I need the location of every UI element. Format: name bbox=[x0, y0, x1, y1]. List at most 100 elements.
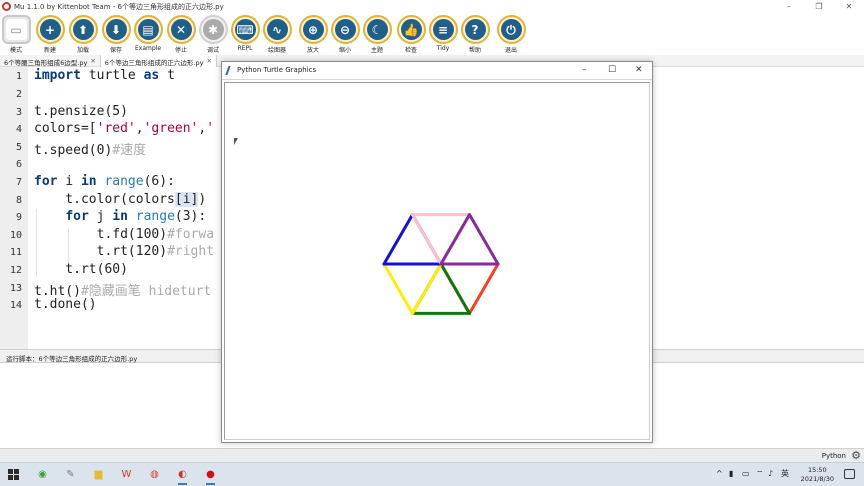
toolbar-example-button[interactable]: ▤ Example bbox=[132, 15, 164, 52]
toolbar-plus-button[interactable]: + 新建 bbox=[34, 15, 66, 54]
status-bar: Python ⚙ bbox=[0, 448, 864, 462]
example-icon-wrapper[interactable]: ▤ bbox=[133, 15, 163, 44]
code-line-10: t.fd(100)#forwa bbox=[34, 227, 214, 242]
clock[interactable]: 15:50 2021/8/30 bbox=[801, 466, 834, 484]
toolbar-label: 放大 bbox=[306, 47, 319, 54]
toolbar-keyboard-button[interactable]: ⌨ REPL bbox=[229, 15, 261, 52]
minimize-button[interactable]: – bbox=[774, 0, 804, 13]
pulse-icon-wrapper[interactable]: ∿ bbox=[262, 15, 292, 44]
line-number-gutter: 1 2 3 4 5 6 7 8 9 10 11 12 13 14 bbox=[0, 67, 28, 349]
tray-chevron-icon[interactable]: ^ bbox=[716, 469, 723, 479]
code-text: , bbox=[135, 121, 144, 136]
wps-icon[interactable]: W bbox=[118, 466, 135, 483]
line-number: 12 bbox=[9, 265, 22, 276]
toolbar-zoom-out-button[interactable]: ⊖ 缩小 bbox=[329, 15, 361, 54]
upload-icon-wrapper[interactable]: ⬆ bbox=[68, 15, 98, 44]
code-text: ) bbox=[198, 192, 207, 207]
toolbar-label: Example bbox=[134, 45, 162, 52]
toolbar-label: 新建 bbox=[43, 47, 56, 54]
example-icon: ▤ bbox=[137, 19, 159, 40]
zoom-out-icon-wrapper[interactable]: ⊖ bbox=[330, 15, 360, 44]
toolbar-upload-button[interactable]: ⬆ 加载 bbox=[67, 15, 99, 54]
zoom-out-icon: ⊖ bbox=[334, 19, 356, 40]
toolbar-pulse-button[interactable]: ∿ 绘图器 bbox=[261, 15, 293, 54]
toolbar-zoom-in-button[interactable]: ⊕ 放大 bbox=[297, 15, 329, 54]
turtle-close-button[interactable]: ✕ bbox=[635, 65, 643, 75]
turtle-stroke bbox=[439, 262, 471, 315]
keyword: in bbox=[80, 174, 97, 189]
turtle-minimize-button[interactable]: – bbox=[582, 65, 587, 75]
toolbar-stop-button[interactable]: ✕ 停止 bbox=[165, 15, 197, 54]
close-button[interactable]: ✕ bbox=[834, 0, 864, 13]
moon-icon-wrapper[interactable]: ☾ bbox=[362, 15, 392, 44]
keyboard-icon-wrapper[interactable]: ⌨ bbox=[230, 15, 260, 44]
thumbs-up-icon-wrapper[interactable]: 👍 bbox=[396, 15, 426, 44]
toolbar-download-button[interactable]: ⬇ 保存 bbox=[100, 15, 132, 54]
help-icon: ? bbox=[464, 19, 486, 40]
wifi-icon[interactable]: ⌔ bbox=[756, 469, 764, 479]
code-line-7: for i in range(6): bbox=[34, 174, 175, 189]
bug-icon-wrapper[interactable]: ✱ bbox=[198, 15, 228, 44]
plus-icon-wrapper[interactable]: + bbox=[35, 15, 65, 44]
turtle-stroke bbox=[468, 213, 500, 266]
tab-isosceles-file[interactable]: 6个等腰三角形组成6边型.py ✕ bbox=[0, 55, 101, 67]
mouse-cursor-icon bbox=[234, 138, 238, 145]
zoom-in-icon: ⊕ bbox=[302, 19, 324, 40]
folder-icon[interactable]: ▆ bbox=[90, 466, 107, 483]
turtle-stroke bbox=[382, 262, 414, 315]
toolbar-help-button[interactable]: ? 帮助 bbox=[459, 15, 491, 54]
mode-icon-wrapper[interactable]: ▭ bbox=[1, 15, 31, 44]
chrome-icon[interactable]: ◍ bbox=[146, 466, 163, 483]
windows-start-icon[interactable] bbox=[8, 469, 19, 480]
tab-close-icon[interactable]: ✕ bbox=[90, 57, 95, 67]
feather-app-icon[interactable]: ✎ bbox=[62, 466, 79, 483]
toolbar-thumbs-up-button[interactable]: 👍 检查 bbox=[395, 15, 427, 54]
stop-icon-wrapper[interactable]: ✕ bbox=[166, 15, 196, 44]
turtle-window-title-bar[interactable]: Python Turtle Graphics – ☐ ✕ bbox=[222, 62, 652, 80]
turtle-canvas[interactable] bbox=[224, 82, 650, 440]
turtle-graphics-window[interactable]: Python Turtle Graphics – ☐ ✕ bbox=[221, 61, 653, 443]
toolbar-moon-button[interactable]: ☾ 主题 bbox=[361, 15, 393, 54]
maximize-button[interactable]: ❐ bbox=[804, 0, 834, 13]
zoom-in-icon-wrapper[interactable]: ⊕ bbox=[298, 15, 328, 44]
clock-time: 15:50 bbox=[807, 466, 827, 474]
mode-indicator[interactable]: Python bbox=[822, 452, 846, 460]
line-number: 1 bbox=[15, 71, 22, 82]
toolbar-bug-button[interactable]: ✱ 调试 bbox=[197, 15, 229, 54]
run-script-label: 运行脚本：6个等边三角形组成的正六边形.py bbox=[6, 355, 138, 363]
keyword: in bbox=[112, 209, 128, 224]
toolbar-power-button[interactable]: ⏻ 退出 bbox=[495, 15, 527, 54]
notification-icon[interactable] bbox=[844, 469, 855, 479]
code-line-3: t.pensize(5) bbox=[34, 104, 128, 119]
tab-label: 6个等边三角形组成的正六边形.py bbox=[104, 59, 204, 67]
turtle-drawing bbox=[382, 213, 500, 315]
toolbar-label: 主题 bbox=[370, 47, 383, 54]
line-number: 11 bbox=[9, 247, 22, 258]
record-icon[interactable]: ● bbox=[202, 466, 219, 485]
code-text: colors=[ bbox=[34, 121, 97, 136]
tab-hexagon-file[interactable]: 6个等边三角形组成的正六边形.py ✕ bbox=[100, 55, 217, 67]
plus-icon: + bbox=[39, 19, 61, 40]
code-text: (3): bbox=[174, 209, 207, 224]
microphone-icon[interactable]: ▮ bbox=[729, 469, 733, 479]
power-icon-wrapper[interactable]: ⏻ bbox=[496, 15, 526, 44]
turtle-maximize-button[interactable]: ☐ bbox=[608, 65, 616, 75]
keyboard-icon: ⌨ bbox=[234, 19, 256, 40]
tab-close-icon[interactable]: ✕ bbox=[206, 57, 211, 67]
download-icon-wrapper[interactable]: ⬇ bbox=[101, 15, 131, 44]
gear-icon[interactable]: ⚙ bbox=[851, 450, 861, 461]
toolbar-mode-button[interactable]: ▭ 模式 bbox=[0, 15, 32, 54]
tidy-icon-wrapper[interactable]: ≡ bbox=[428, 15, 458, 44]
help-icon-wrapper[interactable]: ? bbox=[460, 15, 490, 44]
code-line-9: for j in range(3): bbox=[34, 209, 206, 224]
code-text: (6): bbox=[143, 174, 175, 189]
comment: #forwa bbox=[167, 227, 215, 242]
ime-indicator[interactable]: 英 bbox=[781, 469, 789, 479]
network-icon[interactable]: ▭ bbox=[742, 469, 750, 479]
comment: #速度 bbox=[112, 143, 147, 158]
volume-icon[interactable]: ♪ bbox=[768, 469, 773, 479]
keyword: for bbox=[34, 174, 58, 189]
mu-editor-icon[interactable]: ◐ bbox=[174, 466, 191, 485]
toolbar-tidy-button[interactable]: ≡ Tidy bbox=[427, 15, 459, 52]
browser-360-icon[interactable]: ◉ bbox=[34, 466, 51, 483]
